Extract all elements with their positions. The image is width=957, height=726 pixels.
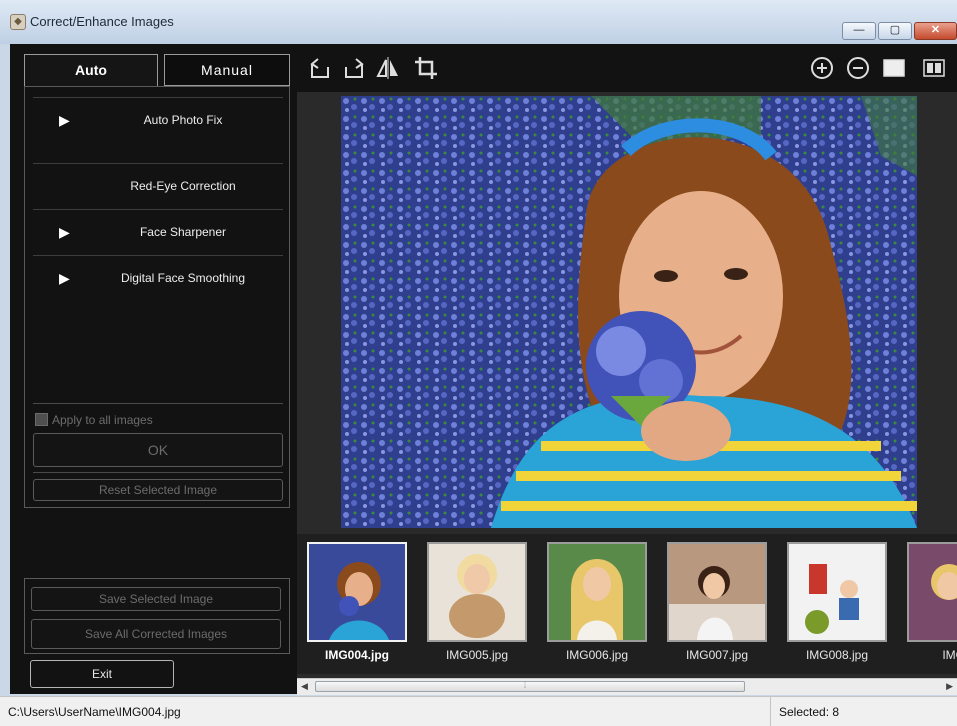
thumbnail-photo <box>789 544 885 640</box>
scroll-left-arrow-icon[interactable]: ◀ <box>301 681 308 692</box>
correct-enhance-window: ◆ Correct/Enhance Images — ▢ ✕ Auto Manu… <box>0 0 957 726</box>
preview-area: IMG004.jpg IMG005.jpg IMG006.jpg IMG007.… <box>297 44 957 695</box>
thumbnail-photo <box>669 544 765 640</box>
auto-panel: ▶ Auto Photo Fix Red-Eye Correction ▶ Fa… <box>24 86 290 508</box>
maximize-button[interactable]: ▢ <box>878 22 912 40</box>
thumbnail-image[interactable] <box>307 542 407 642</box>
apply-to-all-checkbox[interactable]: Apply to all images <box>35 413 153 427</box>
thumbnail-photo <box>309 544 405 640</box>
thumbnail-label: IMG006.jpg <box>565 648 629 662</box>
zoom-in-icon[interactable] <box>809 55 835 81</box>
exit-button[interactable]: Exit <box>30 660 174 688</box>
fix-label: Digital Face Smoothing <box>120 271 246 285</box>
thumbnail-photo <box>909 544 957 640</box>
thumbnail-label: IMG0 <box>942 648 957 662</box>
window-title: Correct/Enhance Images <box>30 14 174 29</box>
thumbnail-label: IMG007.jpg <box>685 648 749 662</box>
fix-label: Red-Eye Correction <box>130 179 236 193</box>
thumbnail-scrollbar[interactable]: ◀ ⦙ ▶ <box>297 678 957 695</box>
status-selected-count: Selected: 8 <box>770 697 957 726</box>
thumbnail-image[interactable] <box>787 542 887 642</box>
ok-button[interactable]: OK <box>33 433 283 467</box>
checkbox-box[interactable] <box>35 413 48 426</box>
thumbnail-image[interactable] <box>427 542 527 642</box>
tab-manual[interactable]: Manual <box>164 54 290 86</box>
save-all-corrected-images-button[interactable]: Save All Corrected Images <box>31 619 281 649</box>
thumbnail-strip: IMG004.jpg IMG005.jpg IMG006.jpg IMG007.… <box>297 534 957 674</box>
save-panel: Save Selected Image Save All Corrected I… <box>24 578 290 654</box>
compare-view-icon[interactable] <box>921 55 947 81</box>
thumbnail-image[interactable] <box>667 542 767 642</box>
full-screen-icon[interactable] <box>881 55 907 81</box>
zoom-out-icon[interactable] <box>845 55 871 81</box>
scroll-thumb[interactable]: ⦙ <box>315 680 745 692</box>
tab-auto[interactable]: Auto <box>24 54 158 86</box>
play-arrow-icon: ▶ <box>59 270 70 286</box>
fix-label: Auto Photo Fix <box>143 113 223 127</box>
crop-icon[interactable] <box>413 55 439 81</box>
thumbnail-image[interactable] <box>907 542 957 642</box>
thumbnail-label: IMG004.jpg <box>324 648 389 662</box>
thumbnail-photo <box>549 544 645 640</box>
divider <box>33 403 283 404</box>
left-panel: Auto Manual ▶ Auto Photo Fix Red-Eye Cor… <box>10 44 297 694</box>
scroll-grip-icon: ⦙ <box>524 680 527 690</box>
auto-photo-fix-button[interactable]: ▶ Auto Photo Fix <box>33 97 283 143</box>
rotate-right-icon[interactable] <box>341 55 367 81</box>
digital-face-smoothing-button[interactable]: ▶ Digital Face Smoothing <box>33 255 283 301</box>
face-sharpener-button[interactable]: ▶ Face Sharpener <box>33 209 283 255</box>
minimize-button[interactable]: — <box>842 22 876 40</box>
app-icon: ◆ <box>10 14 26 30</box>
save-selected-image-button[interactable]: Save Selected Image <box>31 587 281 611</box>
title-bar: ◆ Correct/Enhance Images — ▢ ✕ <box>0 0 957 44</box>
apply-to-all-label: Apply to all images <box>52 413 153 427</box>
flip-horizontal-icon[interactable] <box>375 55 401 81</box>
photo-girl-with-flowers <box>341 96 917 528</box>
rotate-left-icon[interactable] <box>307 55 333 81</box>
status-bar: C:\Users\UserName\IMG004.jpg Selected: 8 <box>0 696 957 726</box>
main-preview-image <box>341 96 917 528</box>
divider <box>33 472 283 473</box>
thumbnail-label: IMG008.jpg <box>805 648 869 662</box>
fix-label: Face Sharpener <box>139 225 227 239</box>
thumbnail-label: IMG005.jpg <box>445 648 509 662</box>
close-button[interactable]: ✕ <box>914 22 957 40</box>
play-arrow-icon: ▶ <box>59 224 70 240</box>
image-toolbar <box>297 44 957 92</box>
play-arrow-icon: ▶ <box>59 112 70 128</box>
red-eye-correction-button[interactable]: Red-Eye Correction <box>33 163 283 209</box>
scroll-right-arrow-icon[interactable]: ▶ <box>946 681 953 692</box>
thumbnail-image[interactable] <box>547 542 647 642</box>
thumbnail-photo <box>429 544 525 640</box>
reset-selected-image-button[interactable]: Reset Selected Image <box>33 479 283 501</box>
status-file-path: C:\Users\UserName\IMG004.jpg <box>8 705 181 719</box>
